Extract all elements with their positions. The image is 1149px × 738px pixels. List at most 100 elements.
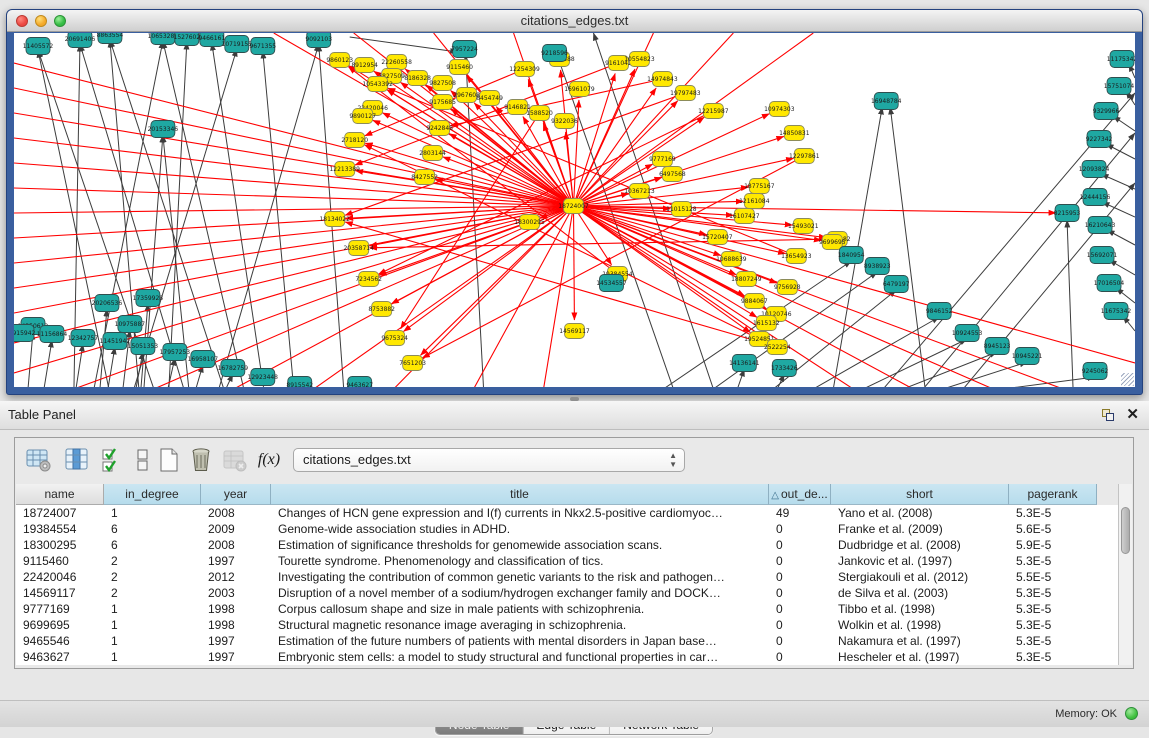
graph-node-label: 15692071 xyxy=(1087,252,1118,259)
table-settings-icon[interactable] xyxy=(25,446,53,474)
citation-edge-red[interactable] xyxy=(574,206,1064,387)
table-toolbar: f(x) citations_edges.txt ▲▼ xyxy=(15,438,1133,483)
zoom-window-button[interactable] xyxy=(54,15,66,27)
new-table-icon[interactable] xyxy=(155,446,183,474)
graph-node-label: 9675324 xyxy=(381,335,408,342)
table-row[interactable]: 946554611997Estimation of the future num… xyxy=(16,633,1120,649)
table-selector-dropdown[interactable]: citations_edges.txt ▲▼ xyxy=(293,448,685,472)
table-cell: 1 xyxy=(104,601,201,617)
table-row[interactable]: 1938455462009Genome-wide association stu… xyxy=(16,521,1120,537)
graph-node-label: 6479197 xyxy=(883,281,910,288)
graph-node-label: 16948784 xyxy=(871,98,902,105)
column-header-out_de[interactable]: △out_de... xyxy=(769,484,831,505)
column-header-pagerank[interactable]: pagerank xyxy=(1009,484,1097,505)
citation-edge-black[interactable] xyxy=(350,37,458,52)
graph-node-label: 10975887 xyxy=(115,321,146,328)
memory-status-indicator[interactable] xyxy=(1125,707,1138,720)
citation-network-graph[interactable]: 1872400798601238912954222605581827509818… xyxy=(14,33,1135,387)
citation-edge-black[interactable] xyxy=(169,42,187,387)
graph-node-label: 7651203 xyxy=(399,360,426,367)
column-header-short[interactable]: short xyxy=(831,484,1009,505)
graph-node-label: 9092103 xyxy=(305,36,332,43)
minimize-window-button[interactable] xyxy=(35,15,47,27)
citation-edge-red[interactable] xyxy=(14,206,574,373)
graph-node-label: 8215953 xyxy=(1054,210,1081,217)
column-visibility-icon[interactable] xyxy=(63,446,91,474)
graph-node-label: 3915942 xyxy=(14,330,36,337)
table-cell: Estimation of the future numbers of pati… xyxy=(271,633,769,649)
citation-edge-red[interactable] xyxy=(314,206,574,387)
citation-edge-black[interactable] xyxy=(903,352,997,387)
table-cell: 0 xyxy=(769,537,831,553)
column-header-title[interactable]: title xyxy=(271,484,769,505)
graph-node-label: 16107427 xyxy=(729,213,760,220)
table-row[interactable]: 1830029562008Estimation of significance … xyxy=(16,537,1120,553)
close-window-button[interactable] xyxy=(16,15,28,27)
scrollbar-thumb[interactable] xyxy=(1121,507,1130,554)
table-cell: 0 xyxy=(769,617,831,633)
citation-edge-red[interactable] xyxy=(574,206,822,240)
delete-table-icon[interactable] xyxy=(187,446,215,474)
table-row[interactable]: 1456911722003Disruption of a novel membe… xyxy=(16,585,1120,601)
citation-edge-red[interactable] xyxy=(14,206,574,288)
canvas-resize-grip[interactable] xyxy=(1121,373,1134,386)
function-builder-icon[interactable]: f(x) xyxy=(255,446,283,474)
table-cell: 0 xyxy=(769,649,831,665)
citation-edge-black[interactable] xyxy=(263,51,294,387)
table-cell: 22420046 xyxy=(16,569,104,585)
graph-node-label: 9890127 xyxy=(349,113,376,120)
table-row[interactable]: 2242004622012Investigating the contribut… xyxy=(16,569,1120,585)
table-cell: Dudbridge et al. (2008) xyxy=(831,537,1009,553)
table-cell: 1997 xyxy=(201,649,271,665)
table-cell: 18300295 xyxy=(16,537,104,553)
graph-node-label: 8912954 xyxy=(351,62,378,69)
table-row[interactable]: 977716911998Corpus callosum shape and si… xyxy=(16,601,1120,617)
citation-edge-black[interactable] xyxy=(1003,377,1095,387)
attribute-table-container: f(x) citations_edges.txt ▲▼ namein_degre… xyxy=(14,437,1134,669)
table-cell: Tibbo et al. (1998) xyxy=(831,601,1009,617)
table-cell: 5.3E-5 xyxy=(1009,505,1097,521)
float-panel-icon[interactable] xyxy=(1102,409,1115,422)
table-row[interactable]: 1872400712008Changes of HCN gene express… xyxy=(16,505,1120,521)
graph-node-label: 8427552 xyxy=(411,174,438,181)
table-vertical-scrollbar[interactable] xyxy=(1118,484,1132,665)
citation-edge-red[interactable] xyxy=(574,206,575,320)
citation-edge-black[interactable] xyxy=(943,362,1027,387)
citation-edge-black[interactable] xyxy=(890,107,925,387)
citation-edge-black[interactable] xyxy=(1102,202,1135,217)
citation-edge-black[interactable] xyxy=(163,41,244,387)
citation-edge-black[interactable] xyxy=(219,44,319,387)
citation-edge-red[interactable] xyxy=(14,206,574,213)
network-canvas[interactable]: 1872400798601238912954222605581827509818… xyxy=(14,33,1135,387)
graph-node-label: 18134022 xyxy=(319,216,350,223)
column-header-name[interactable]: name xyxy=(16,484,104,505)
table-row[interactable]: 969969511998Structural magnetic resonanc… xyxy=(16,617,1120,633)
graph-node-label: 8753882 xyxy=(368,306,395,313)
table-cell: Hescheler et al. (1997) xyxy=(831,649,1009,665)
row-height-icon[interactable] xyxy=(129,446,157,474)
table-row[interactable]: 946362711997Embryonic stem cells: a mode… xyxy=(16,649,1120,665)
citation-edge-red[interactable] xyxy=(14,206,574,263)
column-header-year[interactable]: year xyxy=(201,484,271,505)
citation-edge-black[interactable] xyxy=(108,347,115,387)
citation-edge-red[interactable] xyxy=(370,239,838,248)
memory-status-label: Memory: OK xyxy=(1055,708,1117,720)
table-cell: 5.9E-5 xyxy=(1009,537,1097,553)
citation-edge-black[interactable] xyxy=(1067,220,1073,387)
citation-edge-red[interactable] xyxy=(14,138,574,206)
graph-node-label: 7234562 xyxy=(355,276,382,283)
table-row[interactable]: 911546021997Tourette syndrome. Phenomeno… xyxy=(16,553,1120,569)
citation-edge-black[interactable] xyxy=(76,344,83,387)
citation-edge-black[interactable] xyxy=(134,49,237,387)
citation-edge-red[interactable] xyxy=(356,171,574,206)
network-window-titlebar[interactable]: citations_edges.txt xyxy=(7,10,1142,32)
graph-node-label: 10688639 xyxy=(716,256,747,263)
citation-edge-black[interactable] xyxy=(1101,174,1135,189)
network-view-window[interactable]: citations_edges.txt 18724007986012389129… xyxy=(6,9,1143,395)
table-cell: Estimation of significance thresholds fo… xyxy=(271,537,769,553)
column-header-in_degree[interactable]: in_degree xyxy=(104,484,201,505)
citation-edge-black[interactable] xyxy=(1106,144,1135,159)
citation-edge-black[interactable] xyxy=(863,339,967,387)
select-columns-icon[interactable] xyxy=(99,446,127,474)
close-panel-icon[interactable]: ✕ xyxy=(1126,406,1139,424)
